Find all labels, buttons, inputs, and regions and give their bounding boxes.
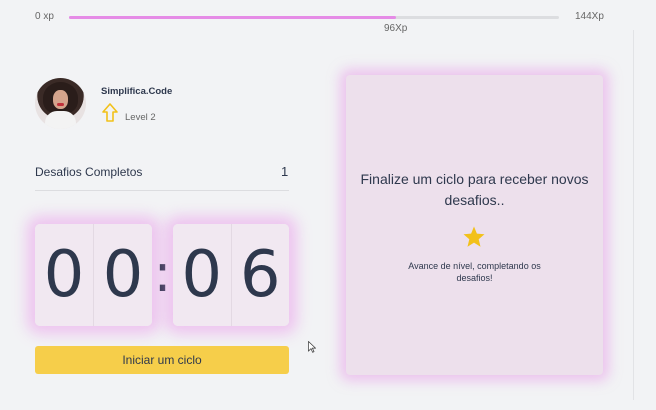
level-up-icon bbox=[102, 103, 118, 122]
xp-min-label: 0 xp bbox=[35, 11, 54, 22]
xp-max-label: 144Xp bbox=[575, 11, 604, 22]
challenges-completed-count: 1 bbox=[281, 164, 289, 179]
challenge-card: Finalize um ciclo para receber novos des… bbox=[346, 75, 603, 375]
second-digit-left: 0 bbox=[173, 224, 232, 326]
star-icon bbox=[463, 226, 485, 247]
card-description: Avance de nível, completando os desafios… bbox=[408, 261, 541, 283]
countdown-separator: : bbox=[153, 244, 172, 304]
xp-progress-fill bbox=[69, 16, 396, 19]
countdown-seconds: 0 6 bbox=[173, 224, 289, 326]
card-title: Finalize um ciclo para receber novos des… bbox=[360, 171, 589, 208]
xp-progress-bar bbox=[69, 16, 559, 19]
minute-digit-right: 0 bbox=[94, 224, 152, 326]
challenges-completed-label: Desafios Completos bbox=[35, 165, 143, 179]
level-label: Level 2 bbox=[125, 112, 156, 123]
user-name: Simplifica.Code bbox=[101, 86, 173, 97]
xp-current-label: 96Xp bbox=[383, 23, 408, 34]
minute-digit-left: 0 bbox=[35, 224, 94, 326]
countdown-minutes: 0 0 bbox=[35, 224, 152, 326]
mouse-cursor-icon bbox=[308, 341, 316, 353]
avatar bbox=[35, 78, 86, 129]
divider bbox=[633, 30, 634, 400]
start-cycle-button[interactable]: Iniciar um ciclo bbox=[35, 346, 289, 374]
divider bbox=[35, 190, 289, 191]
second-digit-right: 6 bbox=[231, 224, 289, 326]
